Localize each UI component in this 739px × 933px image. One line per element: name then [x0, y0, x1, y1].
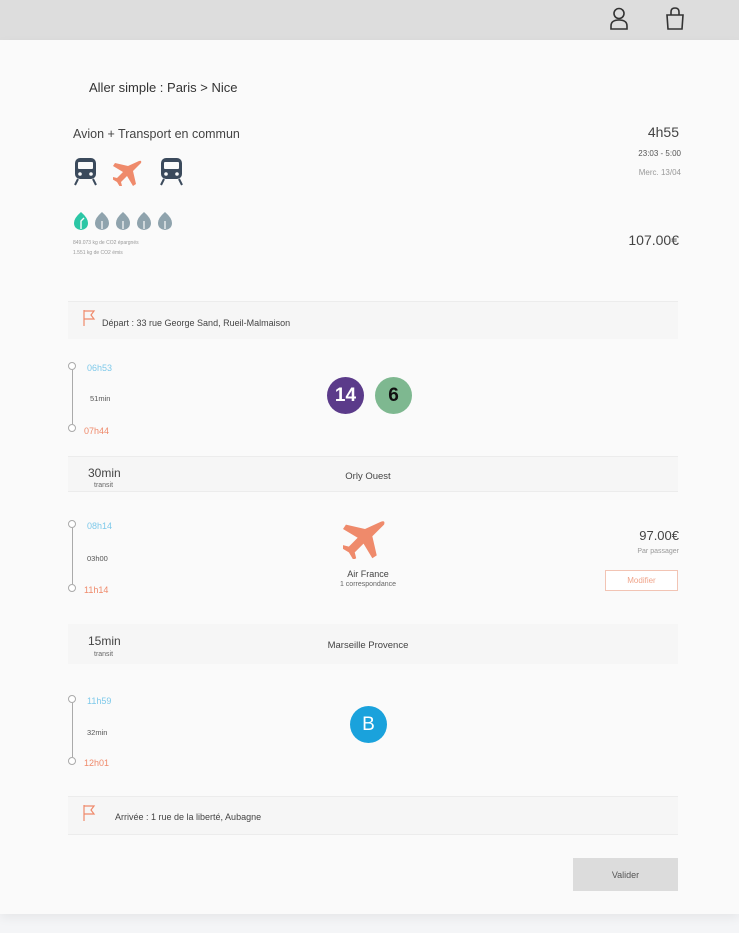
metro-line-14-badge: 14	[327, 377, 364, 414]
leaf-icon	[95, 212, 109, 230]
divider	[68, 491, 678, 492]
leaf-icon	[158, 212, 172, 230]
co2-saved: 849.073 kg de CO2 épargnés	[73, 240, 139, 246]
trip-mode: Avion + Transport en commun	[73, 127, 240, 141]
segment2-departure-time: 08h14	[87, 521, 113, 531]
timeline-end-dot	[68, 424, 76, 432]
trip-times: 23:03 - 5:00	[638, 149, 681, 158]
user-icon[interactable]	[608, 6, 630, 32]
plane-icon	[113, 160, 142, 186]
trip-price: 107.00€	[628, 232, 679, 248]
segment1-arrival-time: 07h44	[84, 426, 110, 436]
connections: 1 correspondance	[339, 581, 397, 588]
timeline-end-dot	[68, 584, 76, 592]
segment3-duration: 32min	[87, 728, 108, 737]
transit2-label: transit	[94, 651, 114, 658]
timeline-start-dot	[68, 695, 76, 703]
timeline-line	[72, 528, 73, 584]
transit1-label: transit	[94, 482, 114, 489]
timeline-start-dot	[68, 520, 76, 528]
trip-duration: 4h55	[647, 124, 679, 140]
segment1-departure-time: 06h53	[87, 363, 113, 373]
flag-icon	[83, 310, 96, 326]
segment3-arrival-time: 12h01	[84, 758, 110, 768]
transit2-duration: 15min	[88, 634, 121, 648]
shopping-bag-icon[interactable]	[664, 6, 686, 32]
transit1-place: Orly Ouest	[345, 471, 391, 482]
validate-button[interactable]: Valider	[573, 858, 678, 891]
airline-name: Air France	[347, 569, 389, 579]
segment1-duration: 51min	[90, 394, 111, 403]
transit2-place: Marseille Provence	[327, 640, 409, 651]
timeline-end-dot	[68, 757, 76, 765]
transit1-duration: 30min	[88, 466, 121, 480]
plane-icon	[343, 521, 385, 559]
metro-line-6-badge: 6	[375, 377, 412, 414]
timeline-line	[72, 703, 73, 757]
arrival-address: Arrivée : 1 rue de la liberté, Aubagne	[115, 812, 262, 822]
per-passenger: Par passager	[637, 548, 679, 555]
divider	[68, 834, 678, 835]
segment3-departure-time: 11h59	[87, 696, 112, 706]
timeline-start-dot	[68, 362, 76, 370]
trip-title: Aller simple : Paris > Nice	[89, 80, 238, 95]
departure-address: Départ : 33 rue George Sand, Rueil-Malma…	[102, 318, 291, 328]
segment2-arrival-time: 11h14	[84, 585, 109, 595]
trip-date: Merc. 13/04	[638, 168, 681, 177]
train-icon	[74, 158, 97, 186]
flag-icon	[83, 805, 96, 821]
timeline-line	[72, 370, 73, 424]
leaf-icon	[74, 212, 88, 230]
flight-price: 97.00€	[639, 528, 679, 543]
co2-emitted: 1.551 kg de CO2 émis	[73, 250, 123, 256]
leaf-icon	[137, 212, 151, 230]
top-bar	[0, 0, 739, 40]
modify-button[interactable]: Modifier	[605, 570, 678, 591]
leaf-icon	[116, 212, 130, 230]
eco-rating	[74, 212, 172, 230]
train-icon	[160, 158, 183, 186]
segment2-duration: 03h00	[87, 554, 108, 563]
line-b-badge: B	[350, 706, 387, 743]
